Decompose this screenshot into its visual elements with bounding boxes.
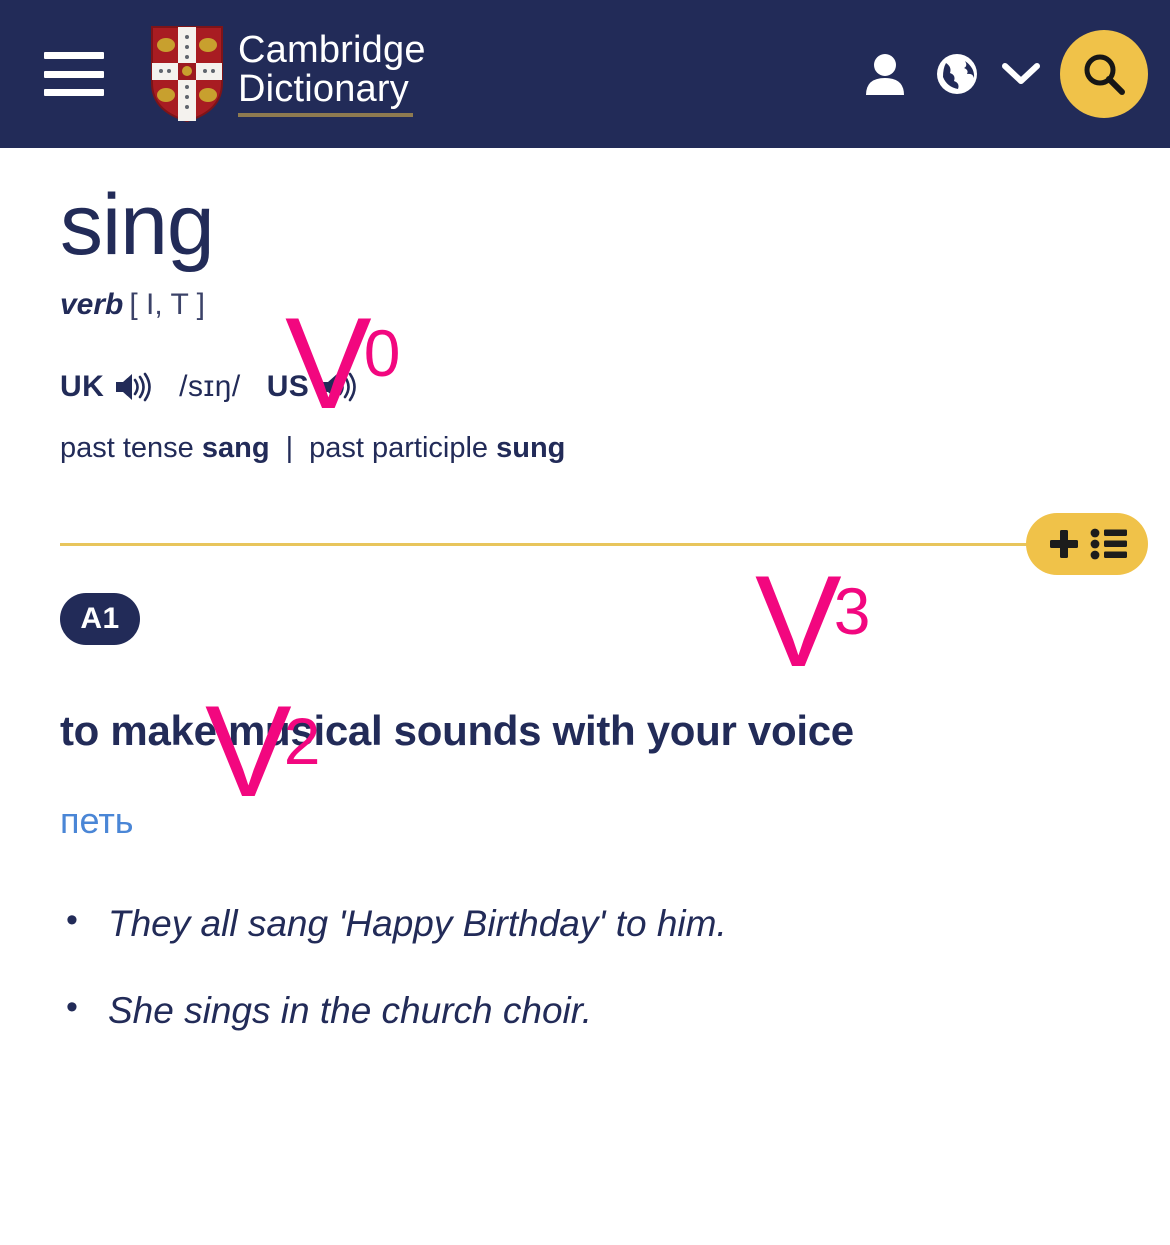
plus-icon [1049,530,1078,558]
pronunciation-row: UK /sɪŋ/ US [60,372,1110,402]
globe-icon [937,54,977,94]
inflections-row: past tense sang | past participle sung [60,434,1110,463]
brand-wordmark: Cambridge Dictionary [238,28,426,118]
headword-row: sing [60,148,1110,268]
headword: sing [60,177,215,273]
hamburger-bar [44,89,104,96]
language-dropdown-button[interactable] [990,44,1052,104]
divider-line [60,542,1110,546]
search-button[interactable] [1060,30,1148,118]
past-participle-value: sung [496,432,566,464]
part-of-speech-row: verb[ I, T ] [60,290,1110,320]
ipa-transcription: /sɪŋ/ [179,370,241,403]
cefr-level-badge[interactable]: A1 [60,593,140,645]
brand-line-cambridge: Cambridge [238,28,426,71]
translation-text[interactable]: петь [60,803,1110,839]
chevron-down-icon [1002,63,1040,84]
hamburger-menu-icon[interactable] [44,52,104,96]
pronunciation-region-uk: UK [60,370,105,403]
past-tense-label: past tense [60,432,194,464]
dictionary-entry: V0 V2 V3 sing verb[ I, T ] UK /sɪŋ/ US p… [0,148,1170,1034]
header-actions [846,0,1148,148]
site-header: Cambridge Dictionary [0,0,1170,148]
language-selector-button[interactable] [924,44,990,104]
examples-list: They all sang 'Happy Birthday' to him. S… [60,899,1110,1034]
grammar-codes: [ I, T ] [129,288,205,321]
brand-logo[interactable]: Cambridge Dictionary [150,25,426,123]
brand-line-dictionary: Dictionary [238,67,409,110]
sense-block: A1 to make musical sounds with your voic… [60,579,1110,1034]
entry-divider-row [60,509,1148,579]
past-tense-value: sang [201,432,270,464]
list-item: They all sang 'Happy Birthday' to him. [60,899,1110,947]
pronunciation-region-us: US [266,370,310,403]
list-icon [1090,528,1127,560]
inflection-separator: | [285,432,294,464]
account-button[interactable] [846,44,924,104]
definition-text: to make musical sounds with your voice [60,707,854,754]
list-item: She sings in the church choir. [60,986,1110,1034]
add-to-wordlist-button[interactable] [1026,513,1148,575]
speaker-icon[interactable] [320,372,356,402]
brand-underline [238,113,413,118]
past-participle-label: past participle [309,432,489,464]
hamburger-bar [44,52,104,59]
user-icon [866,54,904,95]
part-of-speech: verb [60,288,124,321]
speaker-icon[interactable] [115,372,151,402]
hamburger-bar [44,70,104,78]
cambridge-crest-icon [151,26,223,123]
search-icon [1084,54,1125,95]
